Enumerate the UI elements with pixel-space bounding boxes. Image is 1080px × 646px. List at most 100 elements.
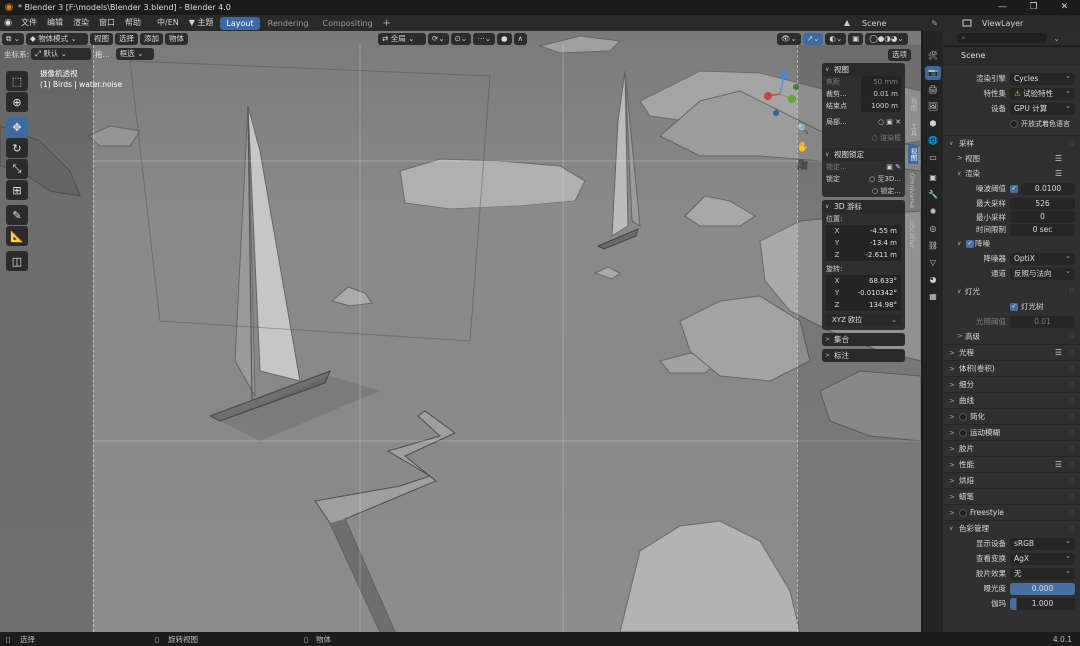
measure-tool-icon[interactable]: 📐: [6, 226, 28, 246]
drag-handle-icon[interactable]: ∷: [1070, 409, 1074, 425]
presets-list-icon[interactable]: ☰: [1055, 166, 1062, 181]
light-paths-section[interactable]: 光程 ☰ ∷: [943, 344, 1080, 361]
sampling-viewport-subpanel[interactable]: 视图 ☰: [943, 151, 1080, 166]
minimize-button[interactable]: —: [987, 0, 1018, 15]
snap-target-icon[interactable]: ⋯⌄: [473, 33, 495, 45]
menu-theme[interactable]: ▼ 主题: [184, 15, 219, 31]
film-section[interactable]: 胶片 ∷: [943, 440, 1080, 457]
presets-list-icon[interactable]: ☰: [1055, 345, 1062, 361]
view-layer-properties-icon[interactable]: 🖼: [925, 100, 941, 114]
output-properties-icon[interactable]: 🖨: [925, 83, 941, 97]
motion-blur-section[interactable]: 运动模糊 ∷: [943, 424, 1080, 441]
motion-blur-checkbox[interactable]: [959, 429, 967, 437]
drag-handle-icon[interactable]: ∷: [1070, 473, 1074, 489]
drag-handle-icon[interactable]: ∷: [1070, 441, 1074, 457]
overlays-icon[interactable]: ◐⌄: [825, 33, 847, 45]
data-properties-icon[interactable]: ▽: [925, 256, 941, 270]
drag-handle-icon[interactable]: ∷: [1070, 361, 1074, 377]
annotations-header[interactable]: 标注: [822, 349, 905, 362]
menu-view[interactable]: 视图: [90, 33, 114, 45]
simplify-checkbox[interactable]: [959, 413, 967, 421]
sidebar-tab-gscatter[interactable]: GScatter: [908, 217, 916, 252]
zoom-icon[interactable]: 🔍: [796, 123, 810, 137]
menu-add[interactable]: 添加: [140, 33, 164, 45]
grease-pencil-section[interactable]: 蜡笔 ∷: [943, 488, 1080, 505]
material-properties-icon[interactable]: ◕: [925, 273, 941, 287]
world-properties-icon[interactable]: 🌐: [925, 134, 941, 148]
drag-handle-icon[interactable]: ∷: [1070, 505, 1074, 521]
drag-handle-icon[interactable]: ∷: [1070, 457, 1074, 473]
navigation-gizmo[interactable]: [760, 69, 800, 119]
modifier-properties-icon[interactable]: 🔧: [925, 188, 941, 202]
lock-object-row[interactable]: 锁定... ▣ ✎: [822, 161, 905, 173]
light-tree-row[interactable]: ✓ 灯光树: [943, 299, 1080, 314]
drag-handle-icon[interactable]: ∷: [1070, 345, 1074, 361]
osl-row[interactable]: 开放式着色语言: [943, 116, 1080, 131]
subdivision-section[interactable]: 细分 ∷: [943, 376, 1080, 393]
proportional-edit-icon[interactable]: ●: [496, 33, 512, 45]
volumes-section[interactable]: 体积(卷积) ∷: [943, 360, 1080, 377]
pivot-icon[interactable]: ⟳⌄: [428, 33, 449, 45]
axis-value[interactable]: -2.611 m: [848, 249, 901, 261]
scale-tool-icon[interactable]: ⤡: [6, 159, 28, 179]
properties-options-icon[interactable]: ⌄: [1053, 34, 1060, 43]
clip-end-value[interactable]: 1000 m: [861, 100, 901, 112]
advanced-subpanel[interactable]: 高级 ∷: [943, 329, 1080, 344]
menu-file[interactable]: 文件: [16, 15, 42, 31]
falloff-icon[interactable]: ∧: [513, 33, 528, 45]
drag-handle-icon[interactable]: ∷: [1070, 329, 1074, 344]
menu-render[interactable]: 渲染: [68, 15, 94, 31]
menu-select[interactable]: 选择: [115, 33, 139, 45]
render-engine-dropdown[interactable]: Cycles: [1010, 70, 1075, 85]
feature-set-row[interactable]: 特性集 ⚠ 试验特性: [943, 85, 1080, 101]
local-camera-row[interactable]: 局部... ○ ▣ ✕: [822, 116, 905, 128]
view-transform-row[interactable]: 查看变换 AgX: [943, 550, 1080, 566]
lock-to-3d-cursor-row[interactable]: 锁定 ○ 至3D...: [822, 173, 905, 185]
drag-handle-icon[interactable]: ∷: [1070, 489, 1074, 505]
object-properties-icon[interactable]: ▣: [925, 171, 941, 185]
lock-camera-toggle[interactable]: ○ 锁定...: [872, 185, 901, 197]
noise-threshold-row[interactable]: 噪波阈值 ✓ 0.0100: [943, 181, 1080, 196]
particles-properties-icon[interactable]: ✺: [925, 205, 941, 219]
exposure-row[interactable]: 曝光度 0.000: [943, 581, 1080, 596]
axis-value[interactable]: 68.633°: [848, 275, 901, 287]
shading-modes-icon[interactable]: ◯●◑◕⌄: [865, 33, 908, 45]
mode-dropdown[interactable]: ◆ 物体模式 ⌄: [26, 33, 89, 45]
view-lock-header[interactable]: 视图锁定: [822, 148, 905, 161]
tab-layout[interactable]: Layout: [220, 16, 260, 30]
pan-hand-icon[interactable]: ✋: [796, 141, 810, 155]
look-row[interactable]: 胶片效果无: [943, 565, 1080, 581]
noise-threshold-checkbox[interactable]: ✓: [1010, 184, 1018, 193]
denoiser-dropdown[interactable]: OptiX: [1010, 250, 1075, 265]
view-panel-header[interactable]: 视图: [822, 63, 905, 76]
move-tool-icon[interactable]: ✥: [6, 117, 28, 137]
lock-object-picker[interactable]: ▣ ✎: [886, 161, 901, 173]
menu-language-toggle[interactable]: 中/EN: [152, 15, 184, 31]
display-device-dropdown[interactable]: sRGB: [1010, 535, 1075, 550]
editor-type-button[interactable]: ⧉ ⌄: [2, 33, 25, 45]
exposure-slider[interactable]: 0.000: [1010, 582, 1075, 595]
local-camera-controls[interactable]: ○ ▣ ✕: [878, 116, 901, 128]
gizmo-toggle-icon[interactable]: ↗⌄: [802, 33, 824, 45]
blender-menu-icon[interactable]: ◉: [0, 18, 16, 28]
maximize-button[interactable]: ❐: [1018, 0, 1049, 15]
clip-start-value[interactable]: 0.01 m: [861, 88, 901, 100]
drag-handle-icon[interactable]: ∷: [1070, 136, 1074, 152]
device-row[interactable]: 设备 GPU 计算: [943, 100, 1080, 116]
bake-section[interactable]: 烘焙 ∷: [943, 472, 1080, 489]
min-samples-row[interactable]: 最小采样 0: [943, 211, 1080, 223]
time-limit-field[interactable]: 0 sec: [1010, 223, 1075, 236]
focal-length-row[interactable]: 焦距 50 mm: [822, 76, 905, 88]
min-samples-field[interactable]: 0: [1010, 211, 1075, 223]
visibility-icon[interactable]: 👁⌄: [777, 33, 801, 45]
osl-checkbox[interactable]: 开放式着色语言: [1010, 119, 1070, 129]
coord-dropdown[interactable]: ⤢ 默认 ⌄: [31, 48, 92, 60]
clip-end-row[interactable]: 结束点 1000 m: [822, 100, 905, 112]
3d-cursor-header[interactable]: 3D 游标: [822, 200, 905, 213]
presets-list-icon[interactable]: ☰: [1055, 151, 1062, 166]
menu-help[interactable]: 帮助: [120, 15, 146, 31]
passes-dropdown[interactable]: 反照与法向: [1010, 265, 1075, 280]
3d-viewport[interactable]: ⧉ ⌄ ◆ 物体模式 ⌄ 视图 选择 添加 物体 ⇄ 全局 ⌄ ⟳⌄ ⊙⌄ ⋯⌄…: [0, 31, 921, 632]
light-tree-checkbox[interactable]: ✓ 灯光树: [1010, 301, 1044, 312]
simplify-section[interactable]: 简化 ∷: [943, 408, 1080, 425]
